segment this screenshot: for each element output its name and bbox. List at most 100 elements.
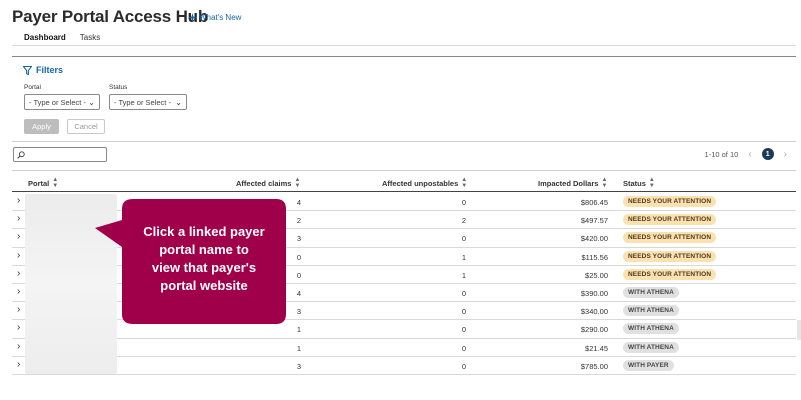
page-1-button[interactable]: 1 <box>761 148 774 160</box>
table-row: › 3 0 $785.00 WITH PAYER <box>12 357 796 375</box>
chevron-right-icon[interactable]: › <box>17 322 20 333</box>
impacted-dollars-cell: $115.56 <box>581 252 608 262</box>
column-header-status[interactable]: Status ▲ ▼ <box>623 177 655 189</box>
status-badge: NEEDS YOUR ATTENTION <box>623 268 717 280</box>
chevron-down-icon: ⌄ <box>88 97 95 107</box>
sort-arrows-icon: ▲ ▼ <box>294 177 301 189</box>
chevron-left-icon[interactable]: ‹ <box>748 149 751 160</box>
chevron-right-icon[interactable]: › <box>17 359 20 370</box>
chevron-right-icon[interactable]: › <box>17 231 20 242</box>
status-badge: WITH ATHENA <box>623 305 679 317</box>
affected-claims-cell: 3 <box>296 234 301 244</box>
chevron-right-icon[interactable]: › <box>784 149 787 160</box>
scrollbar-handle[interactable] <box>797 320 801 340</box>
tooltip-callout-text: Click a linked payer portal name to view… <box>124 223 284 295</box>
affected-claims-cell: 3 <box>296 307 301 317</box>
affected-claims-cell: 3 <box>296 361 301 371</box>
column-header-affected-unpostables[interactable]: Affected unpostables ▲ ▼ <box>382 177 467 189</box>
status-badge: NEEDS YOUR ATTENTION <box>623 214 717 226</box>
cancel-button[interactable]: Cancel <box>67 119 105 134</box>
chevron-right-icon[interactable]: › <box>17 268 20 279</box>
chevron-right-icon[interactable]: › <box>17 304 20 315</box>
chevron-right-icon[interactable]: › <box>17 286 20 297</box>
table-row: › 3 0 $340.00 WITH ATHENA <box>12 302 796 321</box>
filters-toggle[interactable]: Filters <box>23 65 63 75</box>
whats-new-label: What's New <box>199 13 242 22</box>
chevron-down-icon: ⌄ <box>175 97 182 107</box>
column-label: Affected claims <box>236 178 292 188</box>
table-row: › 1 0 $21.45 WITH ATHENA <box>12 339 796 357</box>
impacted-dollars-cell: $497.57 <box>580 216 608 226</box>
portal-filter-select[interactable]: - Type or Select - ⌄ <box>24 94 100 110</box>
status-filter-select[interactable]: - Type or Select - ⌄ <box>109 94 187 110</box>
sort-arrows-icon: ▲ ▼ <box>601 177 608 189</box>
impacted-dollars-cell: $390.00 <box>580 288 608 298</box>
chevron-right-icon[interactable]: › <box>17 250 20 261</box>
impacted-dollars-cell: $290.00 <box>580 325 608 335</box>
search-icon <box>17 151 25 159</box>
sort-arrows-icon: ▲ ▼ <box>461 177 468 189</box>
filters-label: Filters <box>36 65 64 75</box>
status-badge: NEEDS YOUR ATTENTION <box>623 232 717 244</box>
column-label: Portal <box>28 178 50 188</box>
sort-arrows-icon: ▲ ▼ <box>648 177 655 189</box>
impacted-dollars-cell: $340.00 <box>580 307 608 317</box>
affected-claims-cell: 1 <box>296 343 301 353</box>
affected-unpostables-cell: 1 <box>461 270 466 280</box>
status-filter-label: Status <box>109 84 128 91</box>
pagination: 1-10 of 10 ‹ 1 › <box>705 148 787 160</box>
callout-line: Click a linked payer <box>143 224 265 239</box>
affected-unpostables-cell: 1 <box>461 252 466 262</box>
impacted-dollars-cell: $25.00 <box>585 270 608 280</box>
affected-unpostables-cell: 0 <box>461 307 466 317</box>
search-input[interactable] <box>13 147 107 162</box>
status-badge: WITH ATHENA <box>623 341 679 353</box>
affected-claims-cell: 4 <box>296 198 301 207</box>
column-label: Impacted Dollars <box>538 178 599 188</box>
impacted-dollars-cell: $806.45 <box>580 198 608 207</box>
chevron-right-icon[interactable]: › <box>17 213 20 224</box>
chevron-right-icon[interactable]: › <box>17 341 20 352</box>
table-row: › 1 0 $290.00 WITH ATHENA <box>12 320 796 339</box>
affected-claims-cell: 0 <box>296 252 301 262</box>
status-badge: WITH ATHENA <box>623 286 679 298</box>
whats-new-link[interactable]: What's New <box>188 13 241 22</box>
table-top-rule <box>12 170 796 171</box>
status-filter-value: - Type or Select - <box>114 97 171 107</box>
impacted-dollars-cell: $21.45 <box>585 343 608 353</box>
page-title: Payer Portal Access Hub <box>12 7 209 26</box>
sort-arrows-icon: ▲ ▼ <box>52 177 59 189</box>
status-badge: NEEDS YOUR ATTENTION <box>623 196 717 207</box>
pagination-range: 1-10 of 10 <box>704 149 739 159</box>
affected-unpostables-cell: 0 <box>461 288 466 298</box>
portal-filter-label: Portal <box>24 84 41 91</box>
affected-claims-cell: 0 <box>296 270 301 280</box>
affected-claims-cell: 1 <box>296 325 301 335</box>
affected-claims-cell: 4 <box>296 288 301 298</box>
affected-claims-cell: 2 <box>296 216 301 226</box>
callout-line: view that payer's <box>151 260 257 275</box>
header-band <box>12 46 796 57</box>
affected-unpostables-cell: 0 <box>461 198 466 207</box>
filter-funnel-icon <box>23 65 32 75</box>
affected-unpostables-cell: 0 <box>461 361 466 371</box>
column-header-portal[interactable]: Portal ▲ ▼ <box>28 177 58 189</box>
impacted-dollars-cell: $785.00 <box>580 361 608 371</box>
status-badge: WITH ATHENA <box>623 323 679 335</box>
table-row: › 4 0 $806.45 NEEDS YOUR ATTENTION <box>12 193 796 212</box>
affected-unpostables-cell: 0 <box>461 325 466 335</box>
affected-unpostables-cell: 2 <box>461 216 466 226</box>
filters-divider <box>12 141 796 142</box>
column-label: Affected unpostables <box>382 178 459 188</box>
portal-filter-value: - Type or Select - <box>29 97 86 107</box>
apply-button[interactable]: Apply <box>24 119 59 134</box>
impacted-dollars-cell: $420.00 <box>580 234 608 244</box>
redacted-portal-names <box>25 194 117 374</box>
sparkle-icon <box>188 13 197 22</box>
chevron-right-icon[interactable]: › <box>17 195 20 206</box>
column-header-affected-claims[interactable]: Affected claims ▲ ▼ <box>236 177 300 189</box>
column-header-impacted-dollars[interactable]: Impacted Dollars ▲ ▼ <box>538 177 607 189</box>
column-label: Status <box>623 178 646 188</box>
table-header: Portal ▲ ▼ Affected claims ▲ ▼ Affected unpo… <box>12 172 796 192</box>
affected-unpostables-cell: 0 <box>461 343 466 353</box>
